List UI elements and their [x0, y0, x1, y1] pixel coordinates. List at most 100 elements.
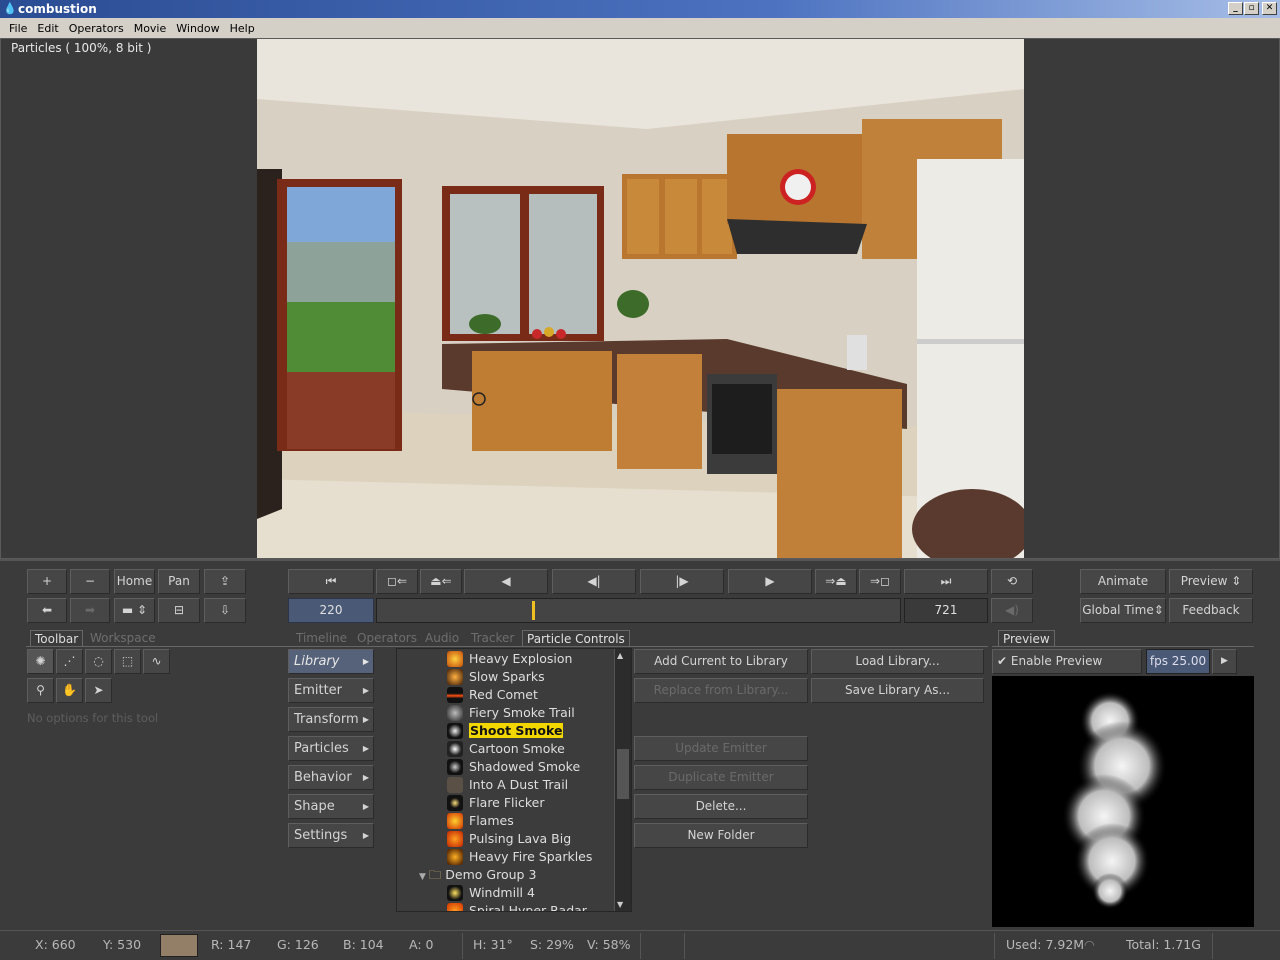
zoom-in-button[interactable]: + [27, 569, 67, 594]
play-reverse-icon[interactable]: ◀ [464, 569, 548, 594]
global-time-dropdown[interactable]: Global Time⇕ [1080, 598, 1166, 623]
save-library-as-button[interactable]: Save Library As... [811, 678, 984, 703]
maximize-button[interactable]: ▫ [1244, 2, 1259, 15]
sidebar-behavior[interactable]: Behavior ▶ [288, 765, 374, 790]
display-mode-icon[interactable]: ▬ ⇕ [114, 598, 155, 623]
sidebar-settings[interactable]: Settings ▶ [288, 823, 374, 848]
scroll-thumb[interactable] [617, 749, 629, 799]
magnify-icon[interactable]: ⚲ [27, 678, 54, 703]
close-button[interactable]: ✕ [1262, 2, 1277, 15]
folder-row[interactable]: ▼ 🗀 Demo Group 3 [419, 866, 536, 884]
list-item[interactable]: Shoot Smoke [447, 722, 564, 740]
particle-tool-icon[interactable]: ✺ [27, 649, 54, 674]
list-item[interactable]: Cartoon Smoke [447, 740, 565, 758]
list-item[interactable]: Fiery Smoke Trail [447, 704, 575, 722]
circle-emitter-icon[interactable]: ◌ [85, 649, 112, 674]
tab-preview[interactable]: Preview [998, 630, 1055, 647]
sidebar-emitter[interactable]: Emitter ▶ [288, 678, 374, 703]
vertical-scrollbar[interactable]: ▲ ▼ [614, 649, 631, 911]
new-folder-button[interactable]: New Folder [634, 823, 808, 848]
list-item[interactable]: Heavy Explosion [447, 650, 572, 668]
snapshot-down-icon[interactable]: ⇩ [204, 598, 246, 623]
menu-movie[interactable]: Movie [129, 22, 172, 35]
curve-tool-icon[interactable]: ∿ [143, 649, 170, 674]
fps-menu-arrow-icon[interactable]: ▶ [1212, 649, 1237, 674]
enable-preview-label: Enable Preview [1010, 654, 1103, 668]
end-frame-field[interactable]: 721 [904, 598, 988, 623]
sidebar-shape[interactable]: Shape ▶ [288, 794, 374, 819]
menu-help[interactable]: Help [225, 22, 260, 35]
menu-operators[interactable]: Operators [64, 22, 129, 35]
menu-window[interactable]: Window [171, 22, 224, 35]
kitchen-render-image[interactable] [257, 39, 1024, 558]
sidebar-library[interactable]: Library ▶ [288, 649, 374, 674]
snapshot-up-icon[interactable]: ⇪ [204, 569, 246, 594]
list-item-label: Flames [469, 813, 514, 828]
preview-dropdown[interactable]: Preview ⇕ [1169, 569, 1253, 594]
loop-icon[interactable]: ⟲ [991, 569, 1033, 594]
fps-field[interactable]: fps 25.00 [1146, 649, 1210, 674]
time-slider[interactable] [376, 598, 901, 623]
enable-preview-toggle[interactable]: ✔ Enable Preview [992, 649, 1142, 674]
playhead[interactable] [531, 601, 535, 620]
zoom-out-button[interactable]: − [70, 569, 110, 594]
delete-button[interactable]: Delete... [634, 794, 808, 819]
step-back-icon[interactable]: ◀| [552, 569, 636, 594]
tab-tracker[interactable]: Tracker [471, 630, 514, 646]
scroll-down-icon[interactable]: ▼ [617, 900, 623, 909]
list-item[interactable]: Slow Sparks [447, 668, 545, 686]
forward-arrow-icon[interactable]: ➡ [70, 598, 110, 623]
viewer[interactable]: Particles ( 100%, 8 bit ) [0, 38, 1280, 559]
list-item[interactable]: Windmill 4 [447, 884, 535, 902]
channels-icon[interactable]: ⊟ [158, 598, 200, 623]
list-item[interactable]: Into A Dust Trail [447, 776, 568, 794]
set-in-icon[interactable]: ◻⇐ [376, 569, 418, 594]
animate-button[interactable]: Animate [1080, 569, 1166, 594]
minimize-button[interactable]: _ [1228, 2, 1243, 15]
go-to-end-icon[interactable]: ⏭ [904, 569, 988, 594]
hand-icon[interactable]: ✋ [56, 678, 83, 703]
path-tool-icon[interactable]: ⋰ [56, 649, 83, 674]
list-item[interactable]: Flames [447, 812, 514, 830]
library-tree[interactable]: Heavy Explosion Slow Sparks Red Comet Fi… [396, 648, 632, 912]
scroll-up-icon[interactable]: ▲ [617, 651, 623, 660]
sidebar-settings-label: Settings [294, 828, 348, 843]
tab-operators[interactable]: Operators [357, 630, 417, 646]
arrow-select-icon[interactable]: ➤ [85, 678, 112, 703]
next-key-icon[interactable]: ⇒⏏ [815, 569, 857, 594]
replace-from-library-button[interactable]: Replace from Library... [634, 678, 808, 703]
tab-workspace[interactable]: Workspace [86, 630, 160, 646]
audio-icon[interactable]: ◀) [991, 598, 1033, 623]
set-out-icon[interactable]: ⇒◻ [859, 569, 901, 594]
home-button[interactable]: Home [114, 569, 155, 594]
back-arrow-icon[interactable]: ⬅ [27, 598, 67, 623]
tab-toolbar[interactable]: Toolbar [30, 630, 84, 647]
add-current-to-library-button[interactable]: Add Current to Library [634, 649, 808, 674]
go-to-start-icon[interactable]: ⏮ [288, 569, 374, 594]
menu-edit[interactable]: Edit [32, 22, 63, 35]
current-frame-field[interactable]: 220 [288, 598, 374, 623]
update-emitter-button[interactable]: Update Emitter [634, 736, 808, 761]
list-item[interactable]: Flare Flicker [447, 794, 544, 812]
duplicate-emitter-button[interactable]: Duplicate Emitter [634, 765, 808, 790]
box-emitter-icon[interactable]: ⬚ [114, 649, 141, 674]
sidebar-transform[interactable]: Transform ▶ [288, 707, 374, 732]
sidebar-behavior-label: Behavior [294, 770, 352, 785]
list-item[interactable]: Red Comet [447, 686, 538, 704]
list-item[interactable]: Pulsing Lava Big [447, 830, 571, 848]
play-icon[interactable]: ▶ [728, 569, 812, 594]
prev-key-icon[interactable]: ⏏⇐ [420, 569, 462, 594]
tab-audio[interactable]: Audio [425, 630, 459, 646]
list-item[interactable]: Shadowed Smoke [447, 758, 580, 776]
feedback-button[interactable]: Feedback [1169, 598, 1253, 623]
chevron-right-icon: ▶ [362, 744, 369, 753]
pan-button[interactable]: Pan [158, 569, 200, 594]
list-item[interactable]: Heavy Fire Sparkles [447, 848, 592, 866]
sidebar-particles[interactable]: Particles ▶ [288, 736, 374, 761]
tab-particle-controls[interactable]: Particle Controls [522, 630, 630, 647]
load-library-button[interactable]: Load Library... [811, 649, 984, 674]
menu-file[interactable]: File [4, 22, 32, 35]
step-forward-icon[interactable]: |▶ [640, 569, 724, 594]
list-item[interactable]: Spiral Hyper Radar [447, 902, 587, 911]
tab-timeline[interactable]: Timeline [296, 630, 347, 646]
